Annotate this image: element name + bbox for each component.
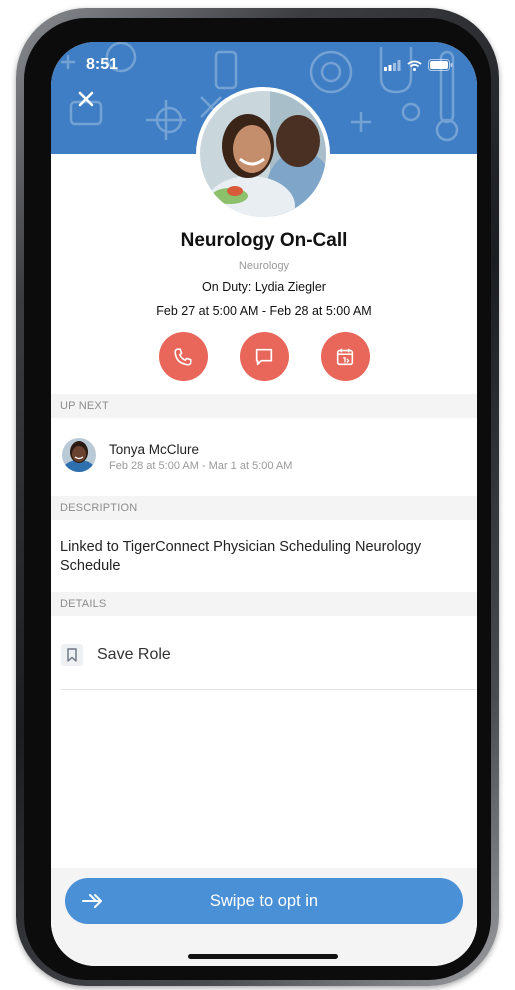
up-next-header: UP NEXT: [51, 394, 477, 418]
avatar-photo: [200, 91, 326, 217]
status-time: 8:51: [86, 56, 119, 73]
call-button[interactable]: [158, 332, 208, 381]
up-next-avatar: [62, 438, 96, 472]
up-next-row[interactable]: Tonya McClure Feb 28 at 5:00 AM - Mar 1 …: [51, 418, 477, 494]
role-avatar: [196, 87, 330, 221]
swipe-to-opt-in-slider[interactable]: Swipe to opt in: [65, 878, 463, 924]
close-icon: [78, 91, 94, 107]
save-role-button[interactable]: Save Role: [61, 640, 171, 670]
battery-icon: [428, 59, 453, 71]
status-icons: [384, 59, 453, 71]
up-next-time: Feb 28 at 5:00 AM - Mar 1 at 5:00 AM: [109, 460, 293, 472]
on-duty-text: On Duty: Lydia Ziegler: [202, 280, 326, 294]
role-title: Neurology On-Call: [180, 230, 348, 251]
divider: [61, 689, 477, 690]
details-header: DETAILS: [51, 592, 477, 616]
calendar-icon: [336, 348, 354, 365]
save-role-label: Save Role: [97, 646, 171, 663]
phone-icon: [174, 347, 192, 366]
message-button[interactable]: [239, 332, 289, 381]
app-screen: 8:51 Neurology On-Call Neurology On Duty…: [51, 42, 477, 966]
duty-range: Feb 27 at 5:00 AM - Feb 28 at 5:00 AM: [156, 304, 372, 318]
wifi-icon: [407, 60, 422, 71]
close-button[interactable]: [75, 88, 97, 110]
bookmark-icon-box: [61, 644, 83, 666]
description-header: DESCRIPTION: [51, 496, 477, 520]
home-indicator[interactable]: [188, 954, 338, 959]
bookmark-icon: [67, 648, 77, 662]
action-buttons: [51, 332, 477, 381]
role-department: Neurology: [238, 260, 290, 272]
message-icon: [255, 348, 273, 365]
description-text: Linked to TigerConnect Physician Schedul…: [60, 539, 422, 574]
signal-icon: [384, 59, 401, 71]
schedule-button[interactable]: [320, 332, 370, 381]
up-next-name: Tonya McClure: [109, 442, 200, 457]
swipe-label: Swipe to opt in: [209, 892, 319, 910]
bottom-bar: Swipe to opt in: [51, 868, 477, 966]
